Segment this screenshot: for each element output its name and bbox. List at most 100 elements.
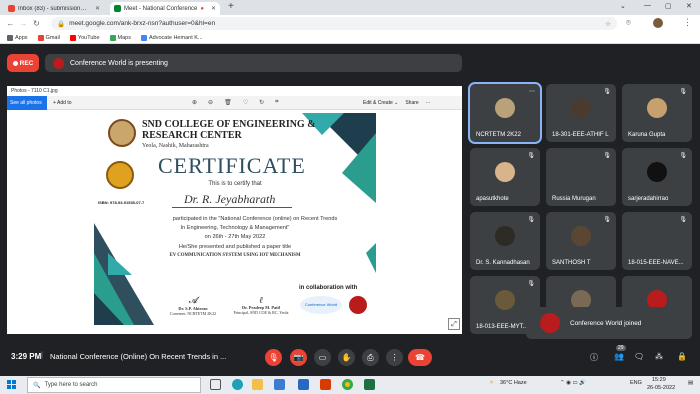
participant-tile[interactable]: 🎙 Dr. S. Kannadhasan <box>470 212 540 270</box>
reload-icon[interactable]: ↻ <box>30 19 43 28</box>
mic-muted-icon: ⋯ <box>529 89 535 95</box>
participant-name: apasutkhote <box>476 196 509 202</box>
lock-icon: 🔒 <box>57 20 66 28</box>
tab-gmail[interactable]: Inbox (83) - submission@gsconf ✕ <box>4 2 104 15</box>
add-to-button[interactable]: + Add to <box>53 100 72 106</box>
avatar <box>647 162 667 182</box>
close-window-button[interactable]: ✕ <box>686 2 692 10</box>
avatar <box>495 290 515 310</box>
avatar <box>647 226 667 246</box>
rotate-icon[interactable]: ↻ <box>259 99 264 106</box>
zoom-in-icon[interactable]: ⊕ <box>192 99 197 106</box>
new-tab-button[interactable]: + <box>228 1 234 12</box>
participant-count-badge: 29 <box>616 345 626 351</box>
expand-icon[interactable]: ⤢ <box>448 318 460 330</box>
notifications-icon[interactable]: ▤ <box>688 380 693 386</box>
people-icon[interactable]: 👥 <box>614 352 624 361</box>
captions-button[interactable]: ▭ <box>314 349 331 366</box>
taskbar-search[interactable]: 🔍 Type here to search <box>27 377 201 393</box>
close-icon[interactable]: ✕ <box>211 5 216 12</box>
weather-text[interactable]: 36°C Haze <box>500 380 527 386</box>
office-icon[interactable] <box>320 379 331 390</box>
language-indicator[interactable]: ENG <box>630 380 642 386</box>
favorite-icon[interactable]: ♡ <box>243 99 248 106</box>
url-text: meet.google.com/ank-brxz-nsn?authuser=0&… <box>69 20 216 27</box>
bookmark-advocate[interactable]: Advocate Hemant K... <box>141 34 203 41</box>
mic-off-button[interactable]: 🎙 <box>265 349 282 366</box>
youtube-icon <box>69 34 76 41</box>
participant-tile[interactable]: 🎙 18-015-EEE-NAVE... <box>622 212 692 270</box>
info-icon[interactable]: ⓘ <box>590 352 598 363</box>
bookmark-apps[interactable]: Apps <box>7 34 28 41</box>
file-explorer-icon[interactable] <box>252 379 263 390</box>
profile-avatar[interactable] <box>653 18 663 28</box>
address-bar[interactable]: 🔒 meet.google.com/ank-brxz-nsn?authuser=… <box>51 17 617 30</box>
mic-muted-icon: 🎙 <box>679 89 687 95</box>
task-view-icon[interactable] <box>210 379 221 390</box>
recording-dot-icon: ● <box>200 5 204 12</box>
conference-dates: on 26th - 27th May 2022 <box>204 234 266 240</box>
mic-muted-icon: 🎙 <box>603 217 611 223</box>
host-controls-icon[interactable]: 🔒 <box>677 352 687 361</box>
taskbar-date[interactable]: 26-05-2022 <box>647 385 675 391</box>
share-button[interactable]: Share <box>405 100 418 106</box>
mail-icon[interactable] <box>298 379 309 390</box>
tab-meet[interactable]: Meet - National Conference ● ✕ <box>110 2 220 15</box>
taskbar-time[interactable]: 15:29 <box>652 377 666 383</box>
delete-icon[interactable]: 🗑 <box>224 99 232 106</box>
windows-start-icon[interactable] <box>7 380 17 390</box>
participant-name: Russia Murugan <box>552 196 596 202</box>
meeting-title: National Conference (Online) On Recent T… <box>50 352 227 361</box>
bookmark-star-icon[interactable]: ☆ <box>605 20 611 28</box>
store-icon[interactable] <box>274 379 285 390</box>
participant-tile[interactable]: 🎙 SANTHOSH T <box>546 212 616 270</box>
edge-icon[interactable] <box>232 379 243 390</box>
participant-tile[interactable]: ⋯ NCRTETM 2K22 <box>468 82 542 144</box>
participant-name: NCRTETM 2K22 <box>476 132 521 138</box>
chat-icon[interactable]: 🗨 <box>634 352 644 361</box>
rec-indicator[interactable]: REC <box>7 54 39 72</box>
crop-icon[interactable]: ⌗ <box>275 99 278 106</box>
excel-icon[interactable] <box>364 379 375 390</box>
present-button[interactable]: ⎙ <box>362 349 379 366</box>
bookmark-maps[interactable]: Maps <box>109 34 131 41</box>
chrome-icon[interactable] <box>342 379 353 390</box>
extension-icon[interactable]: ⌾ <box>626 18 631 28</box>
tray-icons[interactable]: ⌃ ◉ ▭ 🔊 <box>560 380 586 386</box>
activities-icon[interactable]: ⁂ <box>655 352 663 361</box>
raise-hand-button[interactable]: ✋ <box>338 349 355 366</box>
maximize-button[interactable]: ▢ <box>665 2 672 10</box>
forward-icon[interactable]: → <box>17 19 30 28</box>
separator: | <box>41 352 43 359</box>
edit-create-button[interactable]: Edit & Create ⌄ <box>363 100 398 106</box>
participant-tile[interactable]: 🎙 Russia Murugan <box>546 148 616 206</box>
menu-icon[interactable]: ⋮ <box>683 17 692 28</box>
more-options-button[interactable]: ⋮ <box>386 349 403 366</box>
end-call-button[interactable]: ☎ <box>408 349 432 366</box>
windows-taskbar: 🔍 Type here to search ☀ 36°C Haze ⌃ ◉ ▭ … <box>0 376 700 394</box>
participant-name: Dr. S. Kannadhasan <box>476 260 530 266</box>
back-icon[interactable]: ← <box>4 19 17 28</box>
partner-logo-conference-world: Conference World <box>300 296 342 314</box>
gmail-icon <box>8 5 15 12</box>
collab-text: in collaboration with <box>299 285 358 291</box>
partner-logo <box>349 296 367 314</box>
bookmark-youtube[interactable]: YouTube <box>69 34 100 41</box>
camera-off-button[interactable]: 📷 <box>290 349 307 366</box>
close-icon[interactable]: ✕ <box>95 5 100 12</box>
participation-text: participated in the "National Conference… <box>172 216 338 222</box>
zoom-out-icon[interactable]: ⊖ <box>208 99 213 106</box>
more-button[interactable]: ··· <box>426 100 431 106</box>
minimize-button[interactable]: — <box>644 2 651 9</box>
participant-tile[interactable]: 🎙 sarjeradahirrao <box>622 148 692 206</box>
participant-name: 18-013-EEE-MYT... <box>476 324 528 330</box>
participant-tile[interactable]: 🎙 18-301-EEE-ATHIF L <box>546 84 616 142</box>
bookmark-gmail[interactable]: Gmail <box>37 34 60 41</box>
tab-search-icon[interactable]: ⌄ <box>620 2 626 10</box>
see-all-photos-button[interactable]: See all photos <box>7 96 47 110</box>
avatar <box>571 98 591 118</box>
participant-tile[interactable]: 🎙 Karuna Gupta <box>622 84 692 142</box>
maps-icon <box>109 34 116 41</box>
mic-muted-icon: 🎙 <box>679 217 687 223</box>
participant-tile[interactable]: 🎙 apasutkhote <box>470 148 540 206</box>
